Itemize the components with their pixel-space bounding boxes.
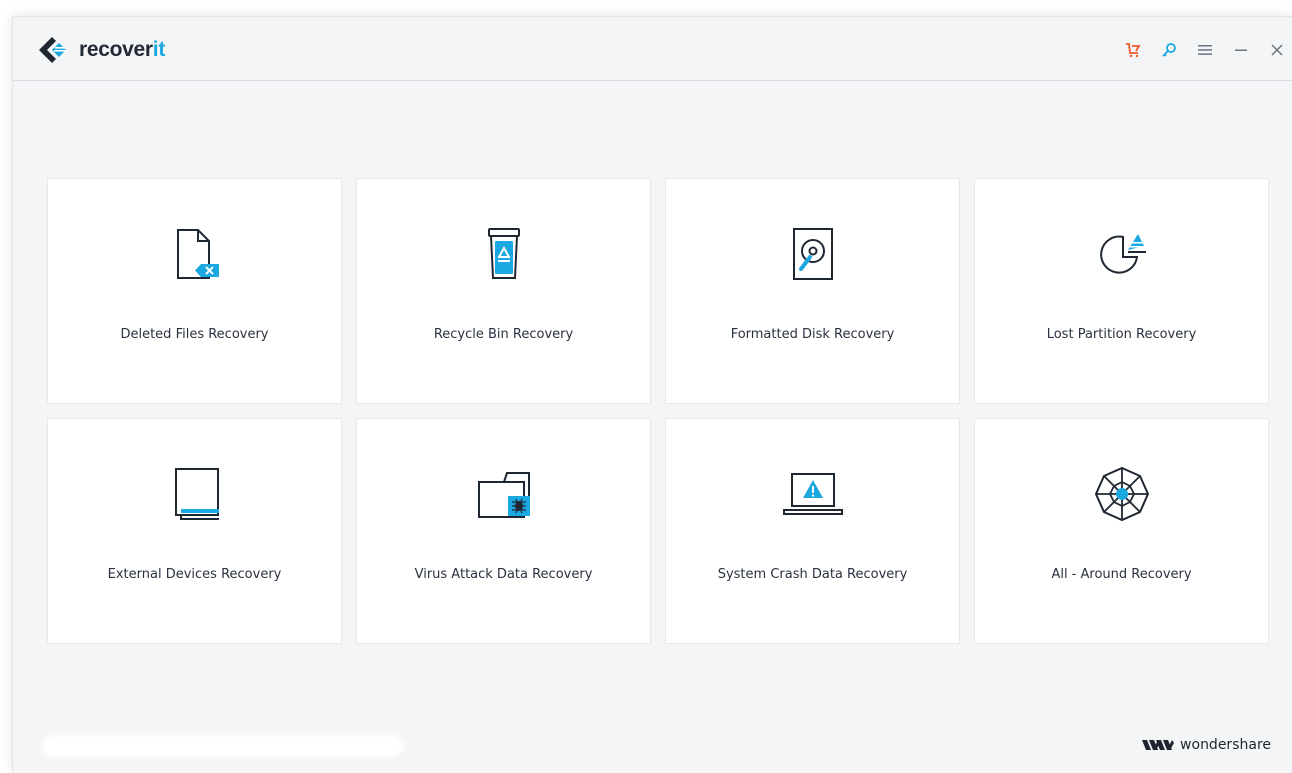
title-bar: recoverit <box>13 17 1292 81</box>
key-icon[interactable] <box>1153 37 1185 63</box>
mode-label: Deleted Files Recovery <box>120 327 269 342</box>
virus-folder-icon <box>469 459 539 529</box>
partition-pie-icon <box>1087 219 1157 289</box>
mode-label: All - Around Recovery <box>1051 567 1192 582</box>
wondershare-logo <box>1142 740 1175 750</box>
recycle-bin-icon <box>469 219 539 289</box>
mode-label: Recycle Bin Recovery <box>433 327 574 342</box>
minimize-icon[interactable] <box>1225 37 1257 63</box>
mode-card-external-devices[interactable]: External Devices Recovery <box>47 418 342 644</box>
mode-card-deleted-files[interactable]: Deleted Files Recovery <box>47 178 342 404</box>
recoverit-diamond-logo <box>39 37 66 63</box>
mode-card-virus-attack[interactable]: Virus Attack Data Recovery <box>356 418 651 644</box>
title-bar-controls <box>1113 37 1292 63</box>
web-network-icon <box>1087 459 1157 529</box>
app-logo: recoverit <box>37 35 165 65</box>
mode-card-recycle-bin[interactable]: Recycle Bin Recovery <box>356 178 651 404</box>
mode-card-system-crash[interactable]: System Crash Data Recovery <box>665 418 960 644</box>
mode-label: Formatted Disk Recovery <box>730 327 895 342</box>
cart-icon[interactable] <box>1117 37 1149 63</box>
mode-label: Lost Partition Recovery <box>1046 327 1197 342</box>
crashed-laptop-icon <box>778 459 848 529</box>
brand-name: wondershare <box>1180 737 1271 753</box>
mode-card-formatted-disk[interactable]: Formatted Disk Recovery <box>665 178 960 404</box>
app-name: recoverit <box>79 38 166 61</box>
app-window: recoverit Deleted Files Recovery Recycle… <box>12 16 1292 773</box>
footer-blurred-area <box>43 735 403 757</box>
mode-label: System Crash Data Recovery <box>717 567 908 582</box>
mode-card-all-around[interactable]: All - Around Recovery <box>974 418 1269 644</box>
mode-label: External Devices Recovery <box>107 567 282 582</box>
mode-card-lost-partition[interactable]: Lost Partition Recovery <box>974 178 1269 404</box>
menu-icon[interactable] <box>1189 37 1221 63</box>
deleted-file-icon <box>160 219 230 289</box>
mode-label: Virus Attack Data Recovery <box>414 567 593 582</box>
hard-disk-icon <box>778 219 848 289</box>
close-icon[interactable] <box>1261 37 1292 63</box>
wondershare-brand: wondershare <box>1142 737 1271 753</box>
external-device-icon <box>160 459 230 529</box>
